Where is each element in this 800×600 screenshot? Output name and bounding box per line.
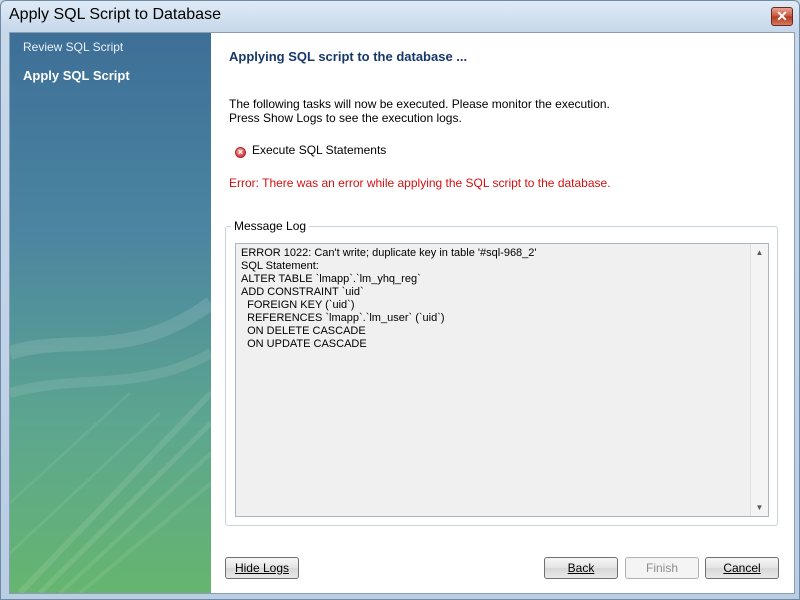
cancel-label: Cancel	[723, 561, 761, 575]
log-line: REFERENCES `lmapp`.`lm_user` (`uid`)	[241, 312, 445, 324]
cancel-button[interactable]: Cancel	[705, 557, 779, 579]
log-line: ERROR 1022: Can't write; duplicate key i…	[241, 247, 537, 259]
finish-label: Finish	[645, 561, 678, 575]
log-line: ALTER TABLE `lmapp`.`lm_yhq_reg`	[241, 273, 421, 285]
message-log-label: Message Log	[231, 219, 310, 233]
task-execute-sql-statements: × Execute SQL Statements	[235, 143, 386, 158]
message-log-textarea[interactable]: ERROR 1022: Can't write; duplicate key i…	[235, 243, 769, 517]
task-label: Execute SQL Statements	[252, 143, 387, 157]
description-line-1: The following tasks will now be executed…	[229, 97, 610, 111]
window-title: Apply SQL Script to Database	[9, 6, 221, 23]
log-scrollbar[interactable]: ▲ ▼	[750, 244, 768, 516]
sidebar-item-apply-sql-script: Apply SQL Script	[23, 68, 130, 83]
wizard-sidebar: Review SQL Script Apply SQL Script	[10, 33, 211, 593]
error-icon: ×	[235, 147, 246, 158]
scroll-up-arrow-icon[interactable]: ▲	[751, 244, 768, 261]
dialog-window: Apply SQL Script to Database ✕ Review SQ…	[0, 0, 800, 600]
hide-logs-button[interactable]: Hide Logs	[225, 557, 299, 579]
dialog-body: Review SQL Script Apply SQL Script Apply…	[9, 32, 795, 594]
finish-button[interactable]: Finish	[625, 557, 699, 579]
wizard-content: Applying SQL script to the database ... …	[211, 33, 794, 593]
log-line: SQL Statement:	[241, 260, 319, 272]
back-label: Back	[567, 561, 595, 575]
close-icon: ✕	[776, 8, 788, 24]
log-line: ADD CONSTRAINT `uid`	[241, 286, 364, 298]
error-message: Error: There was an error while applying…	[229, 176, 611, 190]
description-line-2: Press Show Logs to see the execution log…	[229, 111, 462, 125]
hide-logs-label: Hide Logs	[234, 561, 290, 575]
sidebar-item-review-sql-script: Review SQL Script	[23, 40, 124, 54]
title-bar[interactable]: Apply SQL Script to Database ✕	[1, 1, 799, 31]
scroll-down-arrow-icon[interactable]: ▼	[751, 499, 768, 516]
message-log-text[interactable]: ERROR 1022: Can't write; duplicate key i…	[241, 247, 746, 513]
page-title: Applying SQL script to the database ...	[229, 49, 468, 64]
close-button[interactable]: ✕	[771, 7, 793, 26]
log-line: ON UPDATE CASCADE	[241, 338, 367, 350]
log-line: ON DELETE CASCADE	[241, 325, 366, 337]
log-line: FOREIGN KEY (`uid`)	[241, 299, 355, 311]
back-button[interactable]: Back	[544, 557, 618, 579]
sidebar-decoration	[10, 297, 211, 593]
